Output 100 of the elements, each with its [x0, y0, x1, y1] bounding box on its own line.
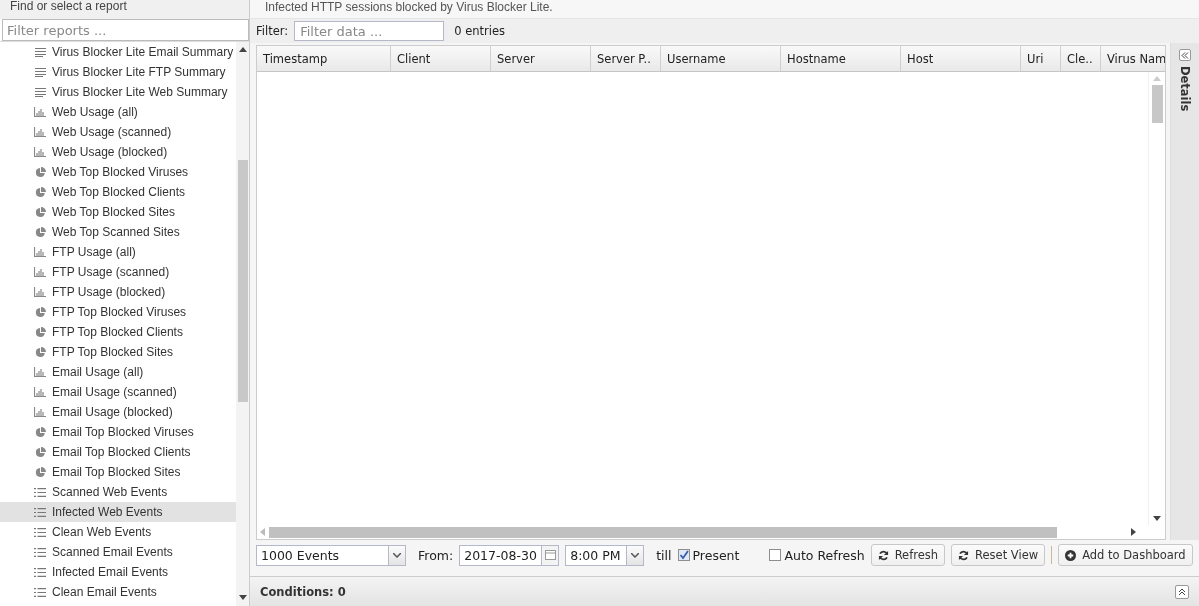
scrollbar-thumb[interactable]: [269, 526, 1057, 538]
collapse-icon[interactable]: [1175, 584, 1189, 599]
expand-icon[interactable]: [1179, 49, 1191, 61]
report-item[interactable]: Clean Web Events: [0, 522, 236, 542]
report-item[interactable]: Web Top Scanned Sites: [0, 222, 236, 242]
report-label: Email Usage (blocked): [52, 405, 173, 419]
pie-chart-icon: [34, 186, 46, 198]
scrollbar-thumb[interactable]: [1151, 85, 1163, 123]
list-icon: [34, 527, 46, 537]
pie-chart-icon: [34, 166, 46, 178]
filter-reports-field[interactable]: Filter reports ...: [2, 19, 249, 41]
refresh-icon: [877, 549, 889, 561]
refresh-icon: [958, 549, 970, 561]
text-lines-icon: [34, 67, 46, 77]
bar-chart-icon: [34, 287, 46, 297]
report-item[interactable]: FTP Usage (scanned): [0, 262, 236, 282]
report-label: Email Usage (scanned): [52, 385, 177, 399]
caret-icon: [631, 552, 640, 558]
refresh-button[interactable]: Refresh: [870, 544, 946, 566]
report-item[interactable]: Virus Blocker Lite FTP Summary: [0, 62, 236, 82]
report-label: Scanned Web Events: [52, 485, 168, 499]
report-item[interactable]: FTP Usage (all): [0, 242, 236, 262]
report-item[interactable]: Email Top Blocked Sites: [0, 462, 236, 482]
filter-label: Filter:: [256, 24, 289, 38]
text-lines-icon: [34, 87, 46, 97]
conditions-title: Conditions: 0: [260, 584, 346, 599]
report-item[interactable]: Email Usage (all): [0, 362, 236, 382]
report-item[interactable]: FTP Top Blocked Clients: [0, 322, 236, 342]
vertical-scrollbar[interactable]: [1148, 72, 1165, 525]
bar-chart-icon: [34, 387, 46, 397]
column-header[interactable]: Uri: [1021, 46, 1061, 71]
column-header[interactable]: Virus Nam: [1101, 46, 1165, 71]
entries-count: 0 entries: [454, 24, 505, 38]
scrollbar[interactable]: [236, 42, 249, 606]
scroll-left-icon[interactable]: [260, 528, 265, 536]
report-item[interactable]: Scanned Web Events: [0, 482, 236, 502]
report-item[interactable]: FTP Top Blocked Sites: [0, 342, 236, 362]
bar-chart-icon: [34, 127, 46, 137]
report-item[interactable]: Clean Email Events: [0, 582, 236, 602]
report-item[interactable]: Web Top Blocked Viruses: [0, 162, 236, 182]
date-field[interactable]: 2017-08-30: [459, 544, 560, 566]
panel-title: Find or select a report: [10, 0, 127, 12]
report-label: Email Top Blocked Sites: [52, 465, 181, 479]
scroll-down-icon[interactable]: [1153, 516, 1161, 521]
report-label: Web Usage (blocked): [52, 145, 168, 159]
report-label: Web Usage (all): [52, 105, 138, 119]
pie-chart-icon: [34, 446, 46, 458]
report-item[interactable]: Email Top Blocked Clients: [0, 442, 236, 462]
report-item[interactable]: Web Usage (scanned): [0, 122, 236, 142]
report-item[interactable]: Email Usage (blocked): [0, 402, 236, 422]
report-item[interactable]: Infected Web Events: [0, 502, 236, 522]
report-item[interactable]: Web Top Blocked Clients: [0, 182, 236, 202]
pie-chart-icon: [34, 206, 46, 218]
report-item[interactable]: FTP Top Blocked Viruses: [0, 302, 236, 322]
report-item[interactable]: Scanned Email Events: [0, 542, 236, 562]
column-header[interactable]: Server: [491, 46, 591, 71]
report-item[interactable]: Web Usage (blocked): [0, 142, 236, 162]
report-label: Clean Web Events: [52, 525, 152, 539]
report-item[interactable]: Web Top Blocked Sites: [0, 202, 236, 222]
bar-chart-icon: [34, 267, 46, 277]
column-header[interactable]: Username: [661, 46, 781, 71]
auto-refresh-checkbox[interactable]: [769, 549, 782, 561]
column-header[interactable]: Timestamp: [257, 46, 391, 71]
scroll-right-icon[interactable]: [1131, 528, 1136, 536]
scroll-down-icon[interactable]: [238, 595, 247, 601]
report-item[interactable]: Email Usage (scanned): [0, 382, 236, 402]
report-label: FTP Top Blocked Sites: [52, 345, 173, 359]
report-label: Virus Blocker Lite FTP Summary: [52, 65, 226, 79]
report-description: Infected HTTP sessions blocked by Virus Blocker Lite.: [265, 0, 553, 14]
events-limit-dropdown[interactable]: 1000 Events: [256, 544, 406, 566]
add-icon: [1065, 549, 1077, 561]
scroll-up-icon[interactable]: [238, 46, 247, 52]
present-checkbox[interactable]: [677, 549, 690, 561]
bar-chart-icon: [34, 367, 46, 377]
filter-data-field[interactable]: Filter data ...: [294, 21, 445, 41]
text-lines-icon: [34, 47, 46, 57]
column-header[interactable]: Server P..: [591, 46, 661, 71]
report-label: FTP Top Blocked Viruses: [52, 305, 187, 319]
report-item[interactable]: Email Top Blocked Viruses: [0, 422, 236, 442]
report-item[interactable]: Virus Blocker Lite Email Summary: [0, 42, 236, 62]
pie-chart-icon: [34, 326, 46, 338]
report-item[interactable]: Infected Email Events: [0, 562, 236, 582]
details-title: Details: [1178, 66, 1192, 112]
scrollbar-thumb[interactable]: [237, 160, 248, 402]
column-header[interactable]: Cle..: [1061, 46, 1101, 71]
report-item[interactable]: FTP Usage (blocked): [0, 282, 236, 302]
calendar-icon: [544, 550, 556, 560]
time-dropdown[interactable]: 8:00 PM: [565, 544, 645, 566]
add-to-dashboard-button[interactable]: Add to Dashboard: [1058, 544, 1193, 566]
report-item[interactable]: Virus Blocker Lite Web Summary: [0, 82, 236, 102]
report-item[interactable]: Web Usage (all): [0, 102, 236, 122]
pie-chart-icon: [34, 466, 46, 478]
pie-chart-icon: [34, 306, 46, 318]
column-header[interactable]: Hostname: [781, 46, 901, 71]
refresh-button[interactable]: Reset View: [951, 544, 1046, 566]
present-label: Present: [692, 547, 740, 563]
column-header[interactable]: Host: [901, 46, 1021, 71]
report-label: Infected Email Events: [52, 565, 169, 579]
bar-chart-icon: [34, 107, 46, 117]
column-header[interactable]: Client: [391, 46, 491, 71]
